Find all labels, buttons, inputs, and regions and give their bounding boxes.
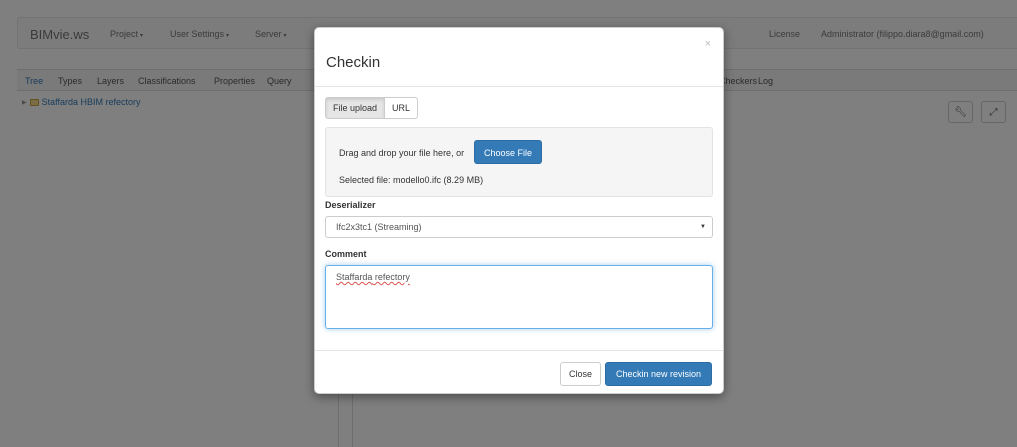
close-icon[interactable]: × bbox=[705, 38, 711, 50]
deserializer-value: Ifc2x3tc1 (Streaming) bbox=[336, 222, 422, 232]
modal-footer: Close Checkin new revision bbox=[315, 350, 723, 395]
comment-word: Staffarda bbox=[336, 272, 373, 282]
tab-file-upload[interactable]: File upload bbox=[325, 97, 386, 119]
chevron-down-icon: ▼ bbox=[700, 224, 706, 230]
drop-instructions: Drag and drop your file here, or bbox=[339, 148, 465, 158]
checkin-dialog: Checkin × File upload URL Drag and drop … bbox=[314, 27, 724, 394]
selected-file-info: Selected file: modello0.ifc (8.29 MB) bbox=[339, 175, 484, 185]
tab-url[interactable]: URL bbox=[385, 97, 419, 119]
modal-title: Checkin bbox=[326, 54, 381, 71]
deserializer-select[interactable]: Ifc2x3tc1 (Streaming) ▼ bbox=[325, 216, 713, 238]
comment-label: Comment bbox=[325, 249, 367, 259]
modal-header: Checkin × bbox=[315, 28, 723, 87]
comment-textarea[interactable]: Staffarda refectory bbox=[325, 265, 713, 329]
source-tabs: File upload URL bbox=[325, 97, 419, 119]
file-drop-zone[interactable]: Drag and drop your file here, or Choose … bbox=[325, 127, 713, 197]
choose-file-button[interactable]: Choose File bbox=[474, 140, 543, 164]
comment-word: refectory bbox=[372, 272, 410, 282]
checkin-new-revision-button[interactable]: Checkin new revision bbox=[605, 362, 713, 386]
close-button[interactable]: Close bbox=[560, 362, 602, 386]
deserializer-label: Deserializer bbox=[325, 200, 376, 210]
